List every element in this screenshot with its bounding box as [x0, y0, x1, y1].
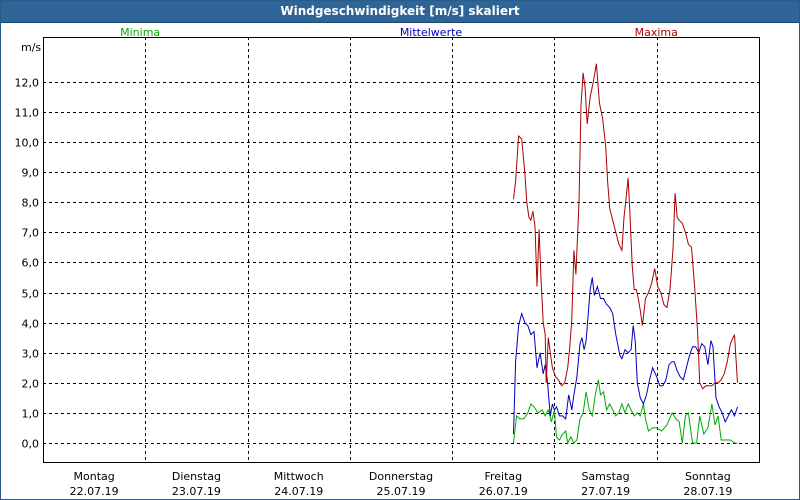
y-axis-label: m/s [21, 41, 41, 54]
plot-frame [43, 37, 760, 463]
y-tick-label: 0,0 [22, 438, 40, 451]
y-tick-label: 4,0 [22, 318, 40, 331]
y-tick-label: 8,0 [22, 197, 40, 210]
x-tick-day-label: Montag [74, 470, 115, 483]
x-tick-date-label: 28.07.19 [683, 485, 732, 498]
x-tick-date-label: 25.07.19 [377, 485, 426, 498]
y-tick-label: 12,0 [15, 77, 40, 90]
wind-speed-chart: 0,0 1,0 2,0 3,0 4,0 5,0 6,0 7,0 8,0 9,0 10,0 11,0 12… [15, 26, 760, 498]
x-tick-date-label: 24.07.19 [274, 485, 323, 498]
x-tick-day-label: Mittwoch [274, 470, 324, 483]
y-tick-label: 6,0 [22, 257, 40, 270]
x-tick-day-label: Freitag [484, 470, 522, 483]
y-tick-label: 5,0 [22, 288, 40, 301]
x-tick-day-label: Samstag [581, 470, 629, 483]
x-tick-labels: Montag 22.07.19 Dienstag 23.07.19 Mittwoch 24… [70, 470, 733, 498]
chart-window: Windgeschwindigkeit [m/s] skaliert 0,0 1,… [0, 0, 800, 500]
x-tick-date-label: 22.07.19 [70, 485, 119, 498]
y-tick-label: 1,0 [22, 408, 40, 421]
y-tick-label: 2,0 [22, 378, 40, 391]
series-line-minima [513, 379, 738, 445]
grid-lines [43, 37, 759, 462]
x-tick-day-label: Sonntag [685, 470, 731, 483]
x-tick-day-label: Donnerstag [369, 470, 433, 483]
y-tick-label: 3,0 [22, 348, 40, 361]
x-tick-date-label: 23.07.19 [172, 485, 221, 498]
x-tick-date-label: 27.07.19 [581, 485, 630, 498]
x-tick-date-label: 26.07.19 [479, 485, 528, 498]
y-tick-label: 11,0 [15, 107, 40, 120]
y-tick-labels: 0,0 1,0 2,0 3,0 4,0 5,0 6,0 7,0 8,0 9,0 10,0 11,0 12… [15, 77, 40, 451]
series-lines [513, 63, 738, 445]
y-tick-label: 7,0 [22, 227, 40, 240]
y-tick-label: 9,0 [22, 167, 40, 180]
y-tick-label: 10,0 [15, 137, 40, 150]
x-tick-day-label: Dienstag [172, 470, 221, 483]
